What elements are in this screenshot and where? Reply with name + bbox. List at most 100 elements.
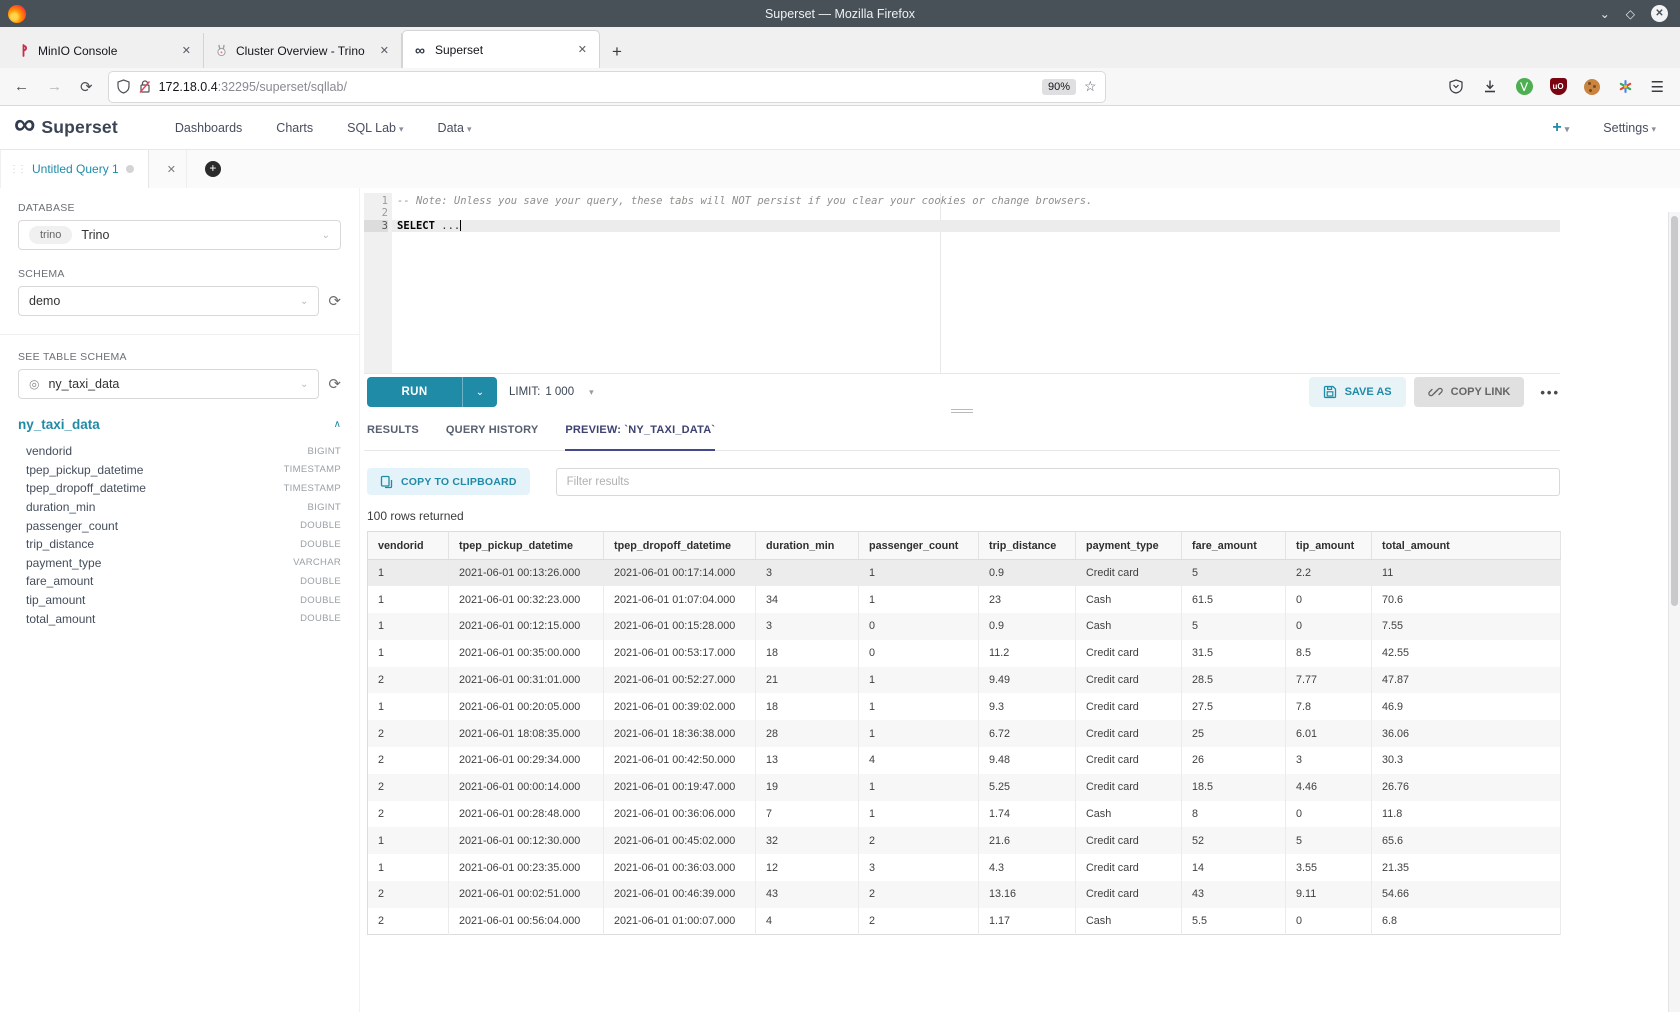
extension-green-icon[interactable]: ⋁ xyxy=(1516,78,1533,95)
schema-select[interactable]: demo ⌄ xyxy=(18,286,319,316)
back-button[interactable]: ← xyxy=(14,78,29,95)
tab-close-icon[interactable]: ✕ xyxy=(180,44,193,57)
downloads-icon[interactable] xyxy=(1482,78,1499,95)
add-query-tab-button[interactable]: + xyxy=(187,150,239,188)
reload-button[interactable]: ⟳ xyxy=(80,78,93,96)
table-row[interactable]: 12021-06-01 00:32:23.0002021-06-01 01:07… xyxy=(368,586,1561,613)
table-row[interactable]: 22021-06-01 00:28:48.0002021-06-01 00:36… xyxy=(368,801,1561,828)
refresh-table-icon[interactable]: ⟳ xyxy=(328,377,341,392)
shield-icon[interactable] xyxy=(117,79,130,94)
query-tab-active[interactable]: ⋮⋮ Untitled Query 1 xyxy=(0,150,149,188)
table-cell: 0 xyxy=(1286,801,1372,828)
column-header[interactable]: fare_amount xyxy=(1182,532,1286,560)
resize-handle[interactable] xyxy=(951,407,973,415)
editor-code[interactable]: -- Note: Unless you save your query, the… xyxy=(392,193,1560,373)
column-header[interactable]: passenger_count xyxy=(859,532,979,560)
save-as-button[interactable]: SAVE AS xyxy=(1309,377,1406,407)
nav-item-charts[interactable]: Charts xyxy=(276,121,313,135)
refresh-schema-icon[interactable]: ⟳ xyxy=(328,294,341,309)
tab-query-history[interactable]: QUERY HISTORY xyxy=(446,424,538,450)
nav-item-dashboards[interactable]: Dashboards xyxy=(175,121,242,135)
chevron-up-icon[interactable]: ∧ xyxy=(334,419,341,430)
ublock-origin-icon[interactable]: uO xyxy=(1550,78,1567,95)
window-close-button[interactable]: ✕ xyxy=(1651,5,1668,22)
drag-handle-icon[interactable]: ⋮⋮ xyxy=(9,164,25,175)
schema-column-row[interactable]: payment_typeVARCHAR xyxy=(18,554,341,573)
column-header[interactable]: duration_min xyxy=(756,532,859,560)
table-row[interactable]: 12021-06-01 00:35:00.0002021-06-01 00:53… xyxy=(368,640,1561,667)
add-new-button[interactable]: +▾ xyxy=(1552,119,1569,137)
table-row[interactable]: 22021-06-01 00:31:01.0002021-06-01 00:52… xyxy=(368,667,1561,694)
results-table[interactable]: vendoridtpep_pickup_datetimetpep_dropoff… xyxy=(367,531,1561,935)
column-name: fare_amount xyxy=(26,574,93,588)
zoom-level-badge[interactable]: 90% xyxy=(1042,79,1076,95)
column-header[interactable]: payment_type xyxy=(1076,532,1182,560)
url-text[interactable]: 172.18.0.4:32295/superset/sqllab/ xyxy=(159,80,1034,94)
query-tab-close-button[interactable]: ✕ xyxy=(157,150,187,188)
url-field[interactable]: 172.18.0.4:32295/superset/sqllab/ 90% ☆ xyxy=(109,72,1105,102)
tab-results[interactable]: RESULTS xyxy=(367,424,419,450)
schema-column-row[interactable]: tpep_dropoff_datetimeTIMESTAMP xyxy=(18,479,341,498)
pocket-shield-icon[interactable] xyxy=(1448,78,1465,95)
nav-item-sql-lab[interactable]: SQL Lab▾ xyxy=(347,121,403,135)
table-row[interactable]: 22021-06-01 00:56:04.0002021-06-01 01:00… xyxy=(368,908,1561,935)
settings-menu[interactable]: Settings▾ xyxy=(1603,121,1656,135)
schema-column-row[interactable]: vendoridBIGINT xyxy=(18,442,341,461)
table-row[interactable]: 12021-06-01 00:20:05.0002021-06-01 00:39… xyxy=(368,693,1561,720)
database-select[interactable]: trino Trino ⌄ xyxy=(18,220,341,250)
new-tab-button[interactable]: + xyxy=(600,42,634,68)
page-scrollbar[interactable] xyxy=(1668,212,1680,1012)
more-actions-button[interactable]: ••• xyxy=(1540,385,1560,400)
menu-icon[interactable]: ☰ xyxy=(1651,78,1664,96)
column-header[interactable]: vendorid xyxy=(368,532,449,560)
nav-item-data[interactable]: Data▾ xyxy=(438,121,472,135)
schema-column-row[interactable]: passenger_countDOUBLE xyxy=(18,516,341,535)
filter-results-input[interactable] xyxy=(556,468,1560,496)
table-row[interactable]: 12021-06-01 00:23:35.0002021-06-01 00:36… xyxy=(368,854,1561,881)
schema-column-row[interactable]: fare_amountDOUBLE xyxy=(18,572,341,591)
window-minimize-button[interactable]: ⌄ xyxy=(1600,8,1610,20)
run-button[interactable]: RUN ⌄ xyxy=(367,377,497,407)
bookmark-star-icon[interactable]: ☆ xyxy=(1084,78,1097,95)
table-row[interactable]: 22021-06-01 18:08:35.0002021-06-01 18:36… xyxy=(368,720,1561,747)
column-header[interactable]: tpep_pickup_datetime xyxy=(449,532,604,560)
tab-close-icon[interactable]: ✕ xyxy=(378,44,391,57)
table-row[interactable]: 12021-06-01 00:12:15.0002021-06-01 00:15… xyxy=(368,613,1561,640)
cookie-extension-icon[interactable] xyxy=(1584,79,1600,95)
schema-column-row[interactable]: trip_distanceDOUBLE xyxy=(18,535,341,554)
table-select[interactable]: ◎ ny_taxi_data ⌄ xyxy=(18,369,319,399)
table-row[interactable]: 12021-06-01 00:13:26.0002021-06-01 00:17… xyxy=(368,560,1561,587)
sql-editor[interactable]: 1 2 3 -- Note: Unless you save your quer… xyxy=(364,188,1560,373)
table-row[interactable]: 22021-06-01 00:00:14.0002021-06-01 00:19… xyxy=(368,774,1561,801)
table-title[interactable]: ny_taxi_data xyxy=(18,417,100,432)
schema-column-row[interactable]: total_amountDOUBLE xyxy=(18,609,341,628)
column-header[interactable]: tpep_dropoff_datetime xyxy=(604,532,756,560)
column-header[interactable]: tip_amount xyxy=(1286,532,1372,560)
limit-dropdown[interactable]: LIMIT: 1 000 ▾ xyxy=(509,386,594,398)
table-row[interactable]: 22021-06-01 00:02:51.0002021-06-01 00:46… xyxy=(368,881,1561,908)
tab-close-icon[interactable]: ✕ xyxy=(576,43,589,56)
schema-column-row[interactable]: tpep_pickup_datetimeTIMESTAMP xyxy=(18,461,341,480)
copy-to-clipboard-button[interactable]: COPY TO CLIPBOARD xyxy=(367,468,530,495)
page-scrollbar-thumb[interactable] xyxy=(1671,216,1678,606)
table-cell: Credit card xyxy=(1076,854,1182,881)
schema-column-row[interactable]: tip_amountDOUBLE xyxy=(18,591,341,610)
insecure-lock-icon[interactable] xyxy=(138,79,151,94)
browser-tab-minio[interactable]: MinIO Console ✕ xyxy=(6,33,204,68)
table-row[interactable]: 22021-06-01 00:29:34.0002021-06-01 00:42… xyxy=(368,747,1561,774)
column-header[interactable]: trip_distance xyxy=(979,532,1076,560)
superset-logo-icon: ∞ xyxy=(14,115,35,135)
forward-button[interactable]: → xyxy=(47,78,62,95)
browser-tab-superset[interactable]: ∞ Superset ✕ xyxy=(402,30,600,68)
table-row[interactable]: 12021-06-01 00:12:30.0002021-06-01 00:45… xyxy=(368,827,1561,854)
superset-brand[interactable]: ∞ Superset xyxy=(14,117,118,138)
column-header[interactable]: total_amount xyxy=(1372,532,1561,560)
schema-column-row[interactable]: duration_minBIGINT xyxy=(18,498,341,517)
tab-preview[interactable]: PREVIEW: `NY_TAXI_DATA` xyxy=(565,424,715,451)
window-maximize-button[interactable]: ◇ xyxy=(1626,8,1635,20)
run-dropdown-button[interactable]: ⌄ xyxy=(462,377,497,407)
multicolor-asterisk-icon[interactable] xyxy=(1617,78,1634,95)
table-cell: Cash xyxy=(1076,586,1182,613)
copy-link-button[interactable]: COPY LINK xyxy=(1414,377,1525,407)
browser-tab-trino[interactable]: Cluster Overview - Trino ✕ xyxy=(204,33,402,68)
